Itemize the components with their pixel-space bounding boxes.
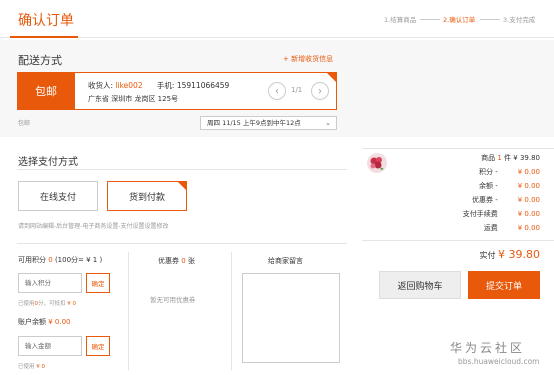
coupon-label-text: 优惠券 [158,257,179,265]
balance-used-info: 已使用 ¥ 0 [18,362,45,370]
step-connector [480,19,500,20]
step-2: 2.确认订单 [443,16,476,24]
submit-order-button[interactable]: 提交订单 [468,271,540,299]
online-pay-button[interactable]: 在线支付 [18,181,98,211]
watermark-url: bbs.huaweicloud.com [458,357,540,366]
total-value: ¥ 39.80 [498,248,540,261]
summary-row-value: ¥ 0.00 [517,182,540,190]
summary-row-label: 余额 - [479,182,498,190]
summary-row: 积分 - ¥ 0.00 [390,167,540,177]
points-label-text: 可用积分 [18,256,46,264]
watermark: 华为云社区 [450,341,526,355]
summary-top-divider [362,148,554,149]
points-input[interactable]: 输入积分 [18,273,82,293]
total-amount: 实付 ¥ 39.80 [479,248,540,261]
summary-row-value: ¥ 0.00 [517,210,540,218]
balance-label: 账户余额 ¥ 0.00 [18,317,71,327]
balance-label-text: 账户余额 [18,318,46,326]
cod-pay-button[interactable]: 货到付款 [107,181,187,211]
balance-input[interactable]: 输入金额 [18,336,82,356]
summary-row-value: ¥ 0.00 [517,196,540,204]
payment-heading: 选择支付方式 [18,157,78,168]
address-line: 广东省 深圳市 龙岗区 125号 [88,95,179,103]
summary-row-label: 运费 [483,224,498,232]
summary-row-value: ¥ 0.00 [517,224,540,232]
summary-row-label: 支付手续费 [462,210,498,218]
receiver-info: 收货人: like002 手机: 15911066459 [88,80,229,91]
summary-row: 支付手续费 ¥ 0.00 [390,209,540,219]
selected-corner-icon [327,73,336,82]
step-connector [420,19,440,20]
points-used-prefix: 已使用 [18,301,35,307]
page-title: 确认订单 [18,13,74,29]
goods-amount: ¥ 39.80 [513,154,540,162]
step-1: 1.结算商品 [384,16,417,24]
total-label: 实付 [479,251,496,260]
coupon-unit: 张 [187,257,195,265]
summary-row: 运费 ¥ 0.00 [390,223,540,233]
summary-divider [362,240,554,241]
summary-row: 余额 - ¥ 0.00 [390,181,540,191]
delivery-time-value: 周四 11/15 上午9点到中午12点 [207,119,301,127]
summary-row-value: ¥ 0.00 [517,168,540,176]
back-to-cart-button[interactable]: 返回购物车 [379,271,461,299]
points-rate: (100分= ¥ 1 ) [54,256,103,264]
delivery-heading: 配送方式 [18,54,62,67]
column-separator [231,252,232,370]
phone-label: 手机: [156,81,175,90]
title-underline [10,36,78,38]
coupon-label: 优惠券 0 张 [158,256,195,266]
phone-number: 15911066459 [176,81,230,90]
summary-row: 优惠券 - ¥ 0.00 [390,195,540,205]
points-deduct: ¥ 0 [67,301,77,307]
balance-value: ¥ 0.00 [48,318,71,326]
summary-goods-row: 商品 1 件 ¥ 39.80 [390,153,540,163]
address-pager: 1/1 [291,86,303,94]
goods-label: 商品 [481,154,496,162]
message-label: 给商家留言 [268,257,303,265]
balance-used: ¥ 0 [36,364,46,370]
coupon-empty: 暂无可用优惠券 [150,296,196,304]
step-3: 3.支付完成 [503,16,536,24]
chevron-left-icon: ‹ [275,85,279,97]
payment-hint: 请到网站编辑-后台管理-电子商务设置-支付设置设置修改 [18,223,169,230]
message-textarea[interactable] [242,273,340,363]
goods-unit: 件 [504,154,512,162]
receiver-label: 收货人: [88,81,114,90]
points-deduct-prefix: 分，可抵扣 [38,301,66,307]
payment-divider [17,169,347,170]
selected-corner-icon [178,182,187,191]
chevron-right-icon: › [318,85,322,97]
shipping-tag: 包邮 [17,72,75,110]
summary-row-label: 优惠券 - [472,196,498,204]
prev-address-button[interactable]: ‹ [268,82,286,100]
product-image-icon [367,153,387,173]
points-confirm-button[interactable]: 确定 [86,273,110,293]
coupon-count: 0 [181,257,186,265]
header-divider [0,37,554,38]
add-address-link[interactable]: + 新增收货信息 [283,54,333,64]
points-label: 可用积分 0 (100分= ¥ 1 ) [18,255,102,265]
balance-confirm-button[interactable]: 确定 [86,336,110,356]
delivery-time-select[interactable]: 周四 11/15 上午9点到中午12点 ⌄ [200,116,337,130]
balance-used-prefix: 已使用 [18,364,35,370]
payment-divider [17,243,347,244]
column-separator [128,252,129,370]
receiver-name: like002 [115,81,143,90]
points-used-info: 已使用0分，可抵扣 ¥ 0 [18,299,76,307]
summary-row-label: 积分 - [479,168,498,176]
next-address-button[interactable]: › [311,82,329,100]
chevron-down-icon: ⌄ [325,119,331,127]
product-thumbnail [366,152,388,174]
goods-count: 1 [497,154,502,162]
shipping-note: 包邮 [18,120,31,127]
points-value: 0 [48,256,53,264]
